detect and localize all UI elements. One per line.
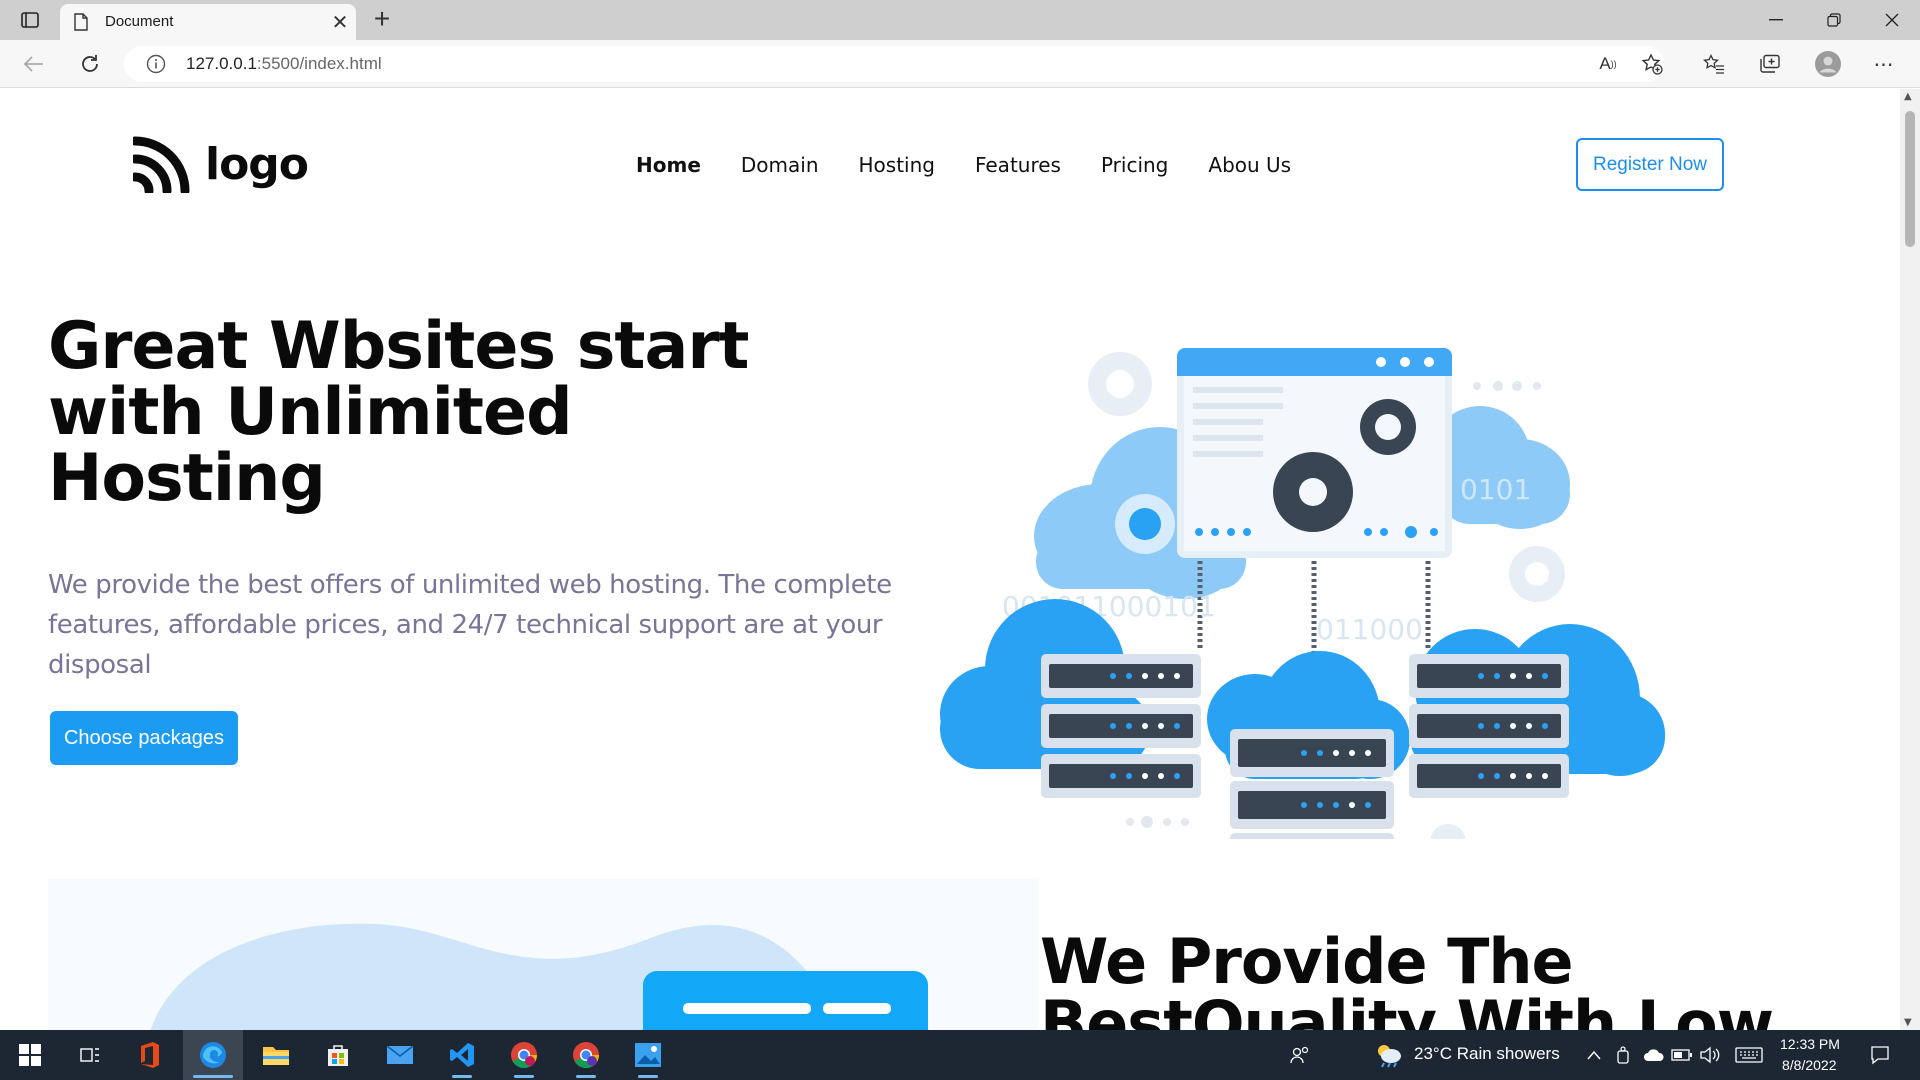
choose-packages-button[interactable]: Choose packages: [50, 711, 238, 765]
onedrive-icon[interactable]: [1642, 1043, 1666, 1067]
profile-avatar-icon[interactable]: [1814, 50, 1842, 78]
page-scrollbar[interactable]: ▲ ▼: [1900, 89, 1920, 1030]
url-path: :5500/index.html: [256, 54, 382, 73]
vscode-icon[interactable]: [432, 1030, 492, 1080]
nav-hosting[interactable]: Hosting: [859, 153, 935, 177]
clock-time[interactable]: 12:33 PM: [1780, 1036, 1840, 1052]
server-stack-left: [1041, 654, 1201, 798]
read-aloud-icon[interactable]: A)): [1594, 50, 1622, 78]
server-stack-right: [1409, 654, 1569, 798]
site-info-icon[interactable]: [146, 54, 166, 78]
volume-icon[interactable]: [1698, 1043, 1722, 1067]
battery-icon[interactable]: [1670, 1043, 1694, 1067]
tab-title: Document: [105, 13, 174, 30]
browser-window-graphic: [1177, 348, 1452, 558]
close-window-icon[interactable]: [1864, 0, 1920, 40]
edge-icon[interactable]: [183, 1030, 243, 1080]
start-icon[interactable]: [0, 1030, 60, 1080]
logo-text: logo: [205, 138, 309, 190]
server-stack-center: [1230, 729, 1394, 839]
cloud-hosting-illustration: 0101 001011000101 011000: [940, 348, 1665, 839]
meet-now-icon[interactable]: [1612, 1043, 1636, 1067]
browser-tab[interactable]: Document ✕: [60, 4, 356, 40]
binary-text-3: 011000: [1316, 613, 1423, 646]
weather-text[interactable]: 23°C Rain showers: [1414, 1044, 1560, 1064]
back-icon[interactable]: [20, 50, 48, 78]
tab-actions-icon[interactable]: [16, 8, 44, 32]
browser-toolbar: 127.0.0.1:5500/index.html A)) ⋯: [0, 40, 1920, 88]
url-text: 127.0.0.1:5500/index.html: [186, 54, 382, 74]
browser-tab-bar: Document ✕ +: [0, 0, 1920, 40]
section2-illustration: [48, 879, 1038, 1030]
weather-icon[interactable]: [1374, 1043, 1404, 1068]
file-explorer-icon[interactable]: [246, 1030, 306, 1080]
add-favorite-icon[interactable]: [1638, 50, 1666, 78]
logo-feed-icon: [133, 136, 190, 193]
hero-description: We provide the best offers of unlimited …: [48, 570, 892, 680]
hero-title-line-1: Great Wbsites start: [48, 309, 749, 384]
photos-icon[interactable]: [618, 1030, 678, 1080]
nav-home[interactable]: Home: [636, 153, 701, 177]
collections-icon[interactable]: [1756, 50, 1784, 78]
favorites-icon[interactable]: [1700, 50, 1728, 78]
section2-title: We Provide The BestQuality With Low: [1040, 931, 1900, 1031]
store-icon[interactable]: [308, 1030, 368, 1080]
refresh-icon[interactable]: [76, 50, 104, 78]
read-aloud-label: A: [1599, 54, 1611, 73]
scroll-down-icon[interactable]: ▼: [1904, 1017, 1912, 1028]
chrome-icon[interactable]: [494, 1030, 554, 1080]
chrome-profile-icon[interactable]: [556, 1030, 616, 1080]
main-navigation: Home Domain Hosting Features Pricing Abo…: [636, 153, 1291, 177]
nav-features[interactable]: Features: [975, 153, 1061, 177]
hero-title-line-3: Hosting: [48, 441, 326, 516]
register-now-button[interactable]: Register Now: [1576, 138, 1724, 191]
minimize-icon[interactable]: [1748, 0, 1804, 40]
task-view-icon[interactable]: [60, 1030, 120, 1080]
mail-icon[interactable]: [370, 1030, 430, 1080]
close-tab-icon[interactable]: ✕: [328, 10, 352, 34]
nav-domain[interactable]: Domain: [741, 153, 819, 177]
restore-icon[interactable]: [1806, 0, 1862, 40]
show-hidden-icons-icon[interactable]: [1582, 1043, 1606, 1067]
cloud-front-right: [1410, 624, 1665, 776]
nav-pricing[interactable]: Pricing: [1101, 153, 1168, 177]
binary-text-1: 0101: [1460, 473, 1531, 506]
nav-about-us[interactable]: Abou Us: [1208, 153, 1291, 177]
more-menu-icon[interactable]: ⋯: [1870, 50, 1898, 78]
section2-title-line-2: BestQuality With Low: [1040, 987, 1774, 1031]
page-viewport: logo Home Domain Hosting Features Pricin…: [0, 89, 1900, 1030]
clock-date[interactable]: 8/8/2022: [1782, 1057, 1837, 1073]
url-host: 127.0.0.1: [186, 54, 257, 73]
people-icon[interactable]: [1288, 1043, 1312, 1067]
scrollbar-thumb[interactable]: [1905, 111, 1915, 247]
windows-taskbar: 23°C Rain showers 12:33 PM 8/8/2022: [0, 1030, 1920, 1080]
scroll-up-icon[interactable]: ▲: [1904, 91, 1912, 102]
notifications-icon[interactable]: [1868, 1043, 1892, 1067]
page-icon: [74, 13, 88, 35]
new-tab-icon[interactable]: +: [368, 5, 396, 34]
office-icon[interactable]: [120, 1030, 180, 1080]
hero-title: Great Wbsites start with Unlimited Hosti…: [48, 314, 768, 512]
address-bar[interactable]: 127.0.0.1:5500/index.html: [124, 46, 1664, 82]
site-logo[interactable]: logo: [133, 135, 309, 193]
keyboard-icon[interactable]: [1734, 1043, 1764, 1067]
hero-title-line-2: with Unlimited: [48, 375, 573, 450]
